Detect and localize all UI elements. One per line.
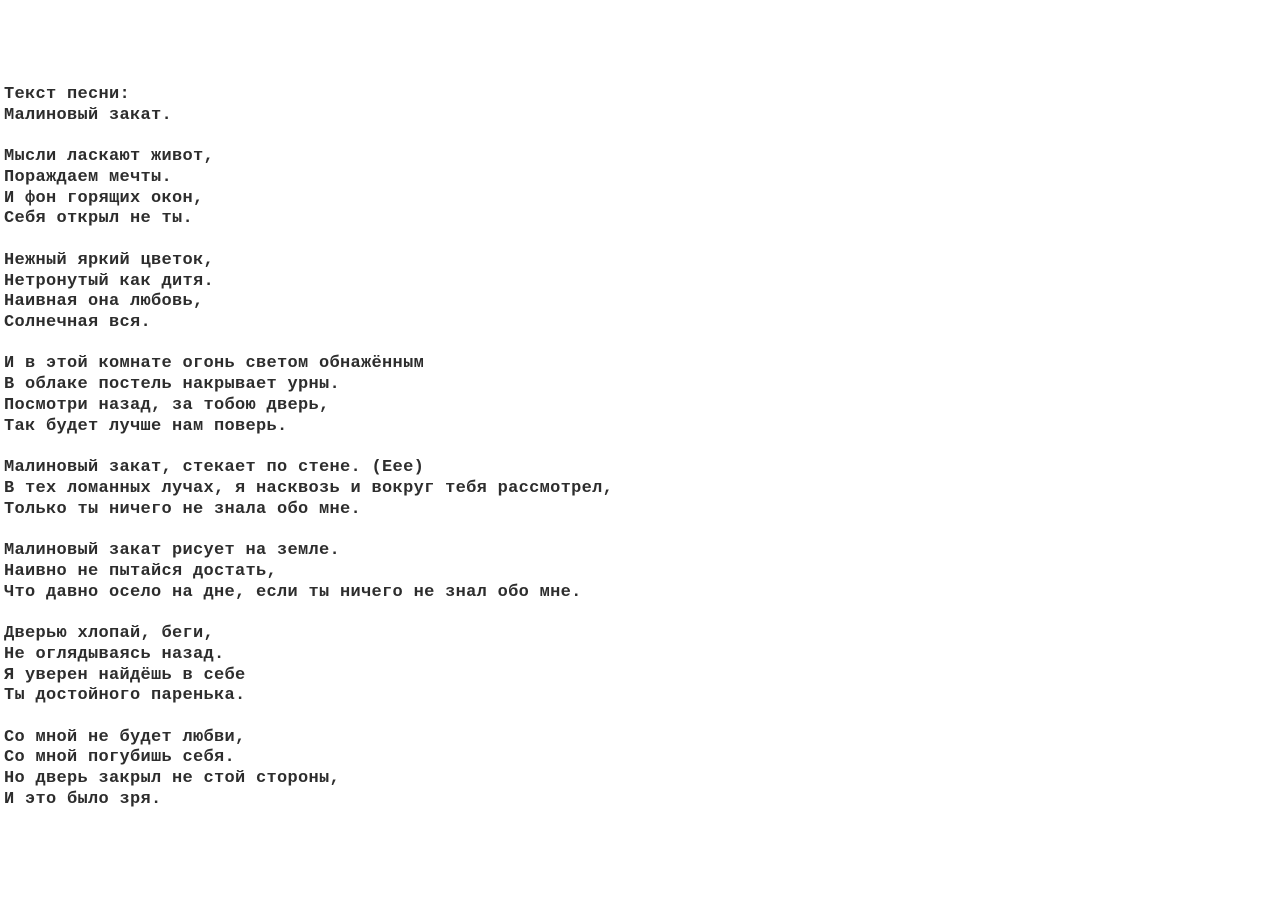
stanza-line: Мысли ласкают живот, <box>4 147 214 166</box>
stanza-line: Я уверен найдёшь в себе <box>4 666 246 685</box>
lyrics-header-label: Текст песни: <box>4 85 130 104</box>
stanza-line: Так будет лучше нам поверь. <box>4 417 288 436</box>
stanza-line: Только ты ничего не знала обо мне. <box>4 500 361 519</box>
stanza-line: И в этой комнате огонь светом обнажённым <box>4 354 424 373</box>
stanza-line: Дверью хлопай, беги, <box>4 624 214 643</box>
stanza-line: И фон горящих окон, <box>4 189 204 208</box>
stanza-line: Не оглядываясь назад. <box>4 645 225 664</box>
stanza-line: Что давно осело на дне, если ты ничего н… <box>4 583 582 602</box>
stanza-line: В облаке постель накрывает урны. <box>4 375 340 394</box>
stanza-line: Наивная она любовь, <box>4 292 204 311</box>
stanza-line: Малиновый закат рисует на земле. <box>4 541 340 560</box>
stanza-line: В тех ломанных лучах, я насквозь и вокру… <box>4 479 613 498</box>
stanza-line: Со мной погубишь себя. <box>4 748 235 767</box>
stanza-line: Себя открыл не ты. <box>4 209 193 228</box>
stanza-line: Но дверь закрыл не стой стороны, <box>4 769 340 788</box>
lyrics-container: Текст песни: Малиновый закат. Мысли ласк… <box>4 85 1280 811</box>
stanza-line: Пораждаем мечты. <box>4 168 172 187</box>
stanza-line: И это было зря. <box>4 790 162 809</box>
stanza-line: Ты достойного паренька. <box>4 686 246 705</box>
stanza-line: Посмотри назад, за тобою дверь, <box>4 396 330 415</box>
stanza-line: Малиновый закат, стекает по стене. (Еее) <box>4 458 424 477</box>
song-title: Малиновый закат. <box>4 106 172 125</box>
stanza-line: Наивно не пытайся достать, <box>4 562 277 581</box>
stanza-line: Со мной не будет любви, <box>4 728 246 747</box>
stanza-line: Нетронутый как дитя. <box>4 272 214 291</box>
stanza-line: Нежный яркий цветок, <box>4 251 214 270</box>
stanza-line: Солнечная вся. <box>4 313 151 332</box>
